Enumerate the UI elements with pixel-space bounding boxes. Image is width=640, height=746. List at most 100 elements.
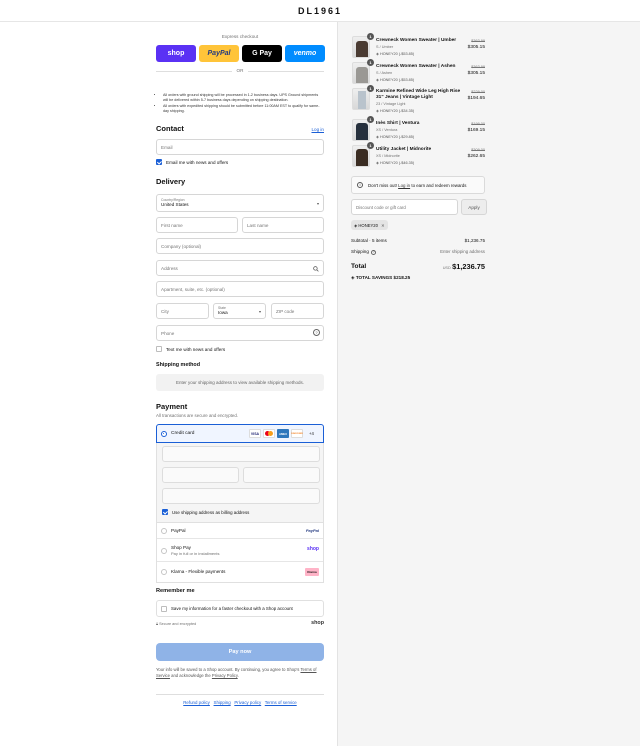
email-news-checkbox[interactable] xyxy=(156,159,162,165)
discount-chip-code: HONEY20 xyxy=(358,222,378,228)
save-info-label: Save my information for a faster checkou… xyxy=(171,606,293,611)
state-select[interactable]: State Iowa ▾ xyxy=(213,303,266,319)
card-form: Use shipping address as billing address xyxy=(156,443,324,523)
credit-card-option[interactable]: Credit card VISA AMEX DISCOVER +4 xyxy=(156,424,324,443)
apartment-field[interactable]: Apartment, suite, etc. (optional) xyxy=(156,281,324,297)
shop-privacy-link[interactable]: Privacy Policy xyxy=(212,673,238,678)
last-name-field[interactable]: Last name xyxy=(242,217,324,233)
city-field[interactable]: City xyxy=(156,303,209,319)
quantity-badge: 1 xyxy=(367,59,374,66)
shop-pay-icon: shop xyxy=(307,546,319,552)
help-icon[interactable]: ? xyxy=(313,329,320,336)
first-name-field[interactable]: First name xyxy=(156,217,238,233)
chevron-down-icon: ▾ xyxy=(258,309,261,314)
security-code-field[interactable] xyxy=(243,467,320,483)
item-discount: ◈ HONEY20 (-$53.85) xyxy=(376,51,414,56)
phone-placeholder: Phone xyxy=(161,331,175,336)
item-discount: ◈ HONEY20 (-$53.85) xyxy=(376,77,414,82)
tag-icon: ◈ xyxy=(376,52,379,56)
info-icon: i xyxy=(357,182,363,188)
shop-pay-option[interactable]: Shop Pay Pay in full or in installments … xyxy=(157,540,323,562)
total-value: $1,236.75 xyxy=(452,262,485,271)
address-placeholder: Address xyxy=(161,266,178,271)
footer-links: Refund policy Shipping Privacy policy Te… xyxy=(156,700,324,705)
country-select[interactable]: Country/Region United States ▾ xyxy=(156,194,324,212)
name-on-card-field[interactable] xyxy=(162,488,320,504)
paypal-label: PayPal xyxy=(171,528,186,533)
terms-line: Your info will be saved to a Shop accoun… xyxy=(156,667,300,672)
brand-logo[interactable]: DL1961 xyxy=(0,6,640,16)
more-cards-count: +4 xyxy=(309,431,314,436)
shop-pay-radio[interactable] xyxy=(161,548,167,554)
refund-policy-link[interactable]: Refund policy xyxy=(183,700,210,705)
venmo-button[interactable]: venmo xyxy=(285,45,325,62)
item-variant: S / Umber xyxy=(376,45,394,49)
item-discount-label: HONEY20 (-$34.35) xyxy=(379,109,415,113)
pay-now-button[interactable]: Pay now xyxy=(156,643,324,661)
rewards-login-link[interactable]: Log in xyxy=(398,183,410,188)
card-number-field[interactable] xyxy=(162,446,320,462)
shipping-method-heading: Shipping method xyxy=(156,362,201,368)
text-news-label: Text me with news and offers xyxy=(166,347,226,352)
rewards-rest: to earn and redeem rewards xyxy=(411,183,467,188)
product-image xyxy=(352,88,370,110)
tag-icon: ◈ xyxy=(354,222,358,228)
paypal-radio[interactable] xyxy=(161,528,167,534)
shop-pay-button[interactable]: shop xyxy=(156,45,196,62)
email-field[interactable]: Email xyxy=(156,139,324,155)
company-field[interactable]: Company (optional) xyxy=(156,238,324,254)
total-label: Total xyxy=(351,263,367,270)
item-original-price: $309.00 xyxy=(471,148,485,152)
privacy-policy-link[interactable]: Privacy policy xyxy=(234,700,261,705)
address-field[interactable]: Address xyxy=(156,260,324,276)
google-pay-button[interactable]: G Pay xyxy=(242,45,282,62)
zip-field[interactable]: ZIP code xyxy=(271,303,324,319)
expiration-field[interactable] xyxy=(162,467,239,483)
tag-icon: ◈ xyxy=(376,161,379,165)
search-icon xyxy=(313,266,319,272)
secure-note: 🔒︎ Secure and encrypted xyxy=(156,622,196,626)
amex-icon: AMEX xyxy=(277,429,289,438)
phone-field[interactable]: Phone ? xyxy=(156,325,324,341)
subtotal-value: $1,236.75 xyxy=(464,238,485,243)
notice-item: All orders with expedited shipping shoul… xyxy=(163,104,320,113)
billing-address-label: Use shipping address as billing address xyxy=(172,510,250,515)
subtotal-label: Subtotal · 5 items xyxy=(351,238,387,243)
login-link[interactable]: Log in xyxy=(300,127,324,132)
klarna-option[interactable]: Klarna - Flexible payments Klarna xyxy=(157,563,323,582)
shipping-value: Enter shipping address xyxy=(440,249,485,254)
mastercard-icon xyxy=(263,429,275,438)
paypal-button[interactable]: PayPal xyxy=(199,45,239,62)
shop-logo: shop xyxy=(311,620,324,626)
payment-subtitle: All transactions are secure and encrypte… xyxy=(156,413,239,418)
save-info-checkbox[interactable] xyxy=(161,606,167,612)
discount-code-field[interactable]: Discount code or gift card xyxy=(351,199,458,215)
item-discount-label: HONEY20 (-$53.85) xyxy=(379,52,415,56)
item-discount-label: HONEY20 (-$53.85) xyxy=(379,78,415,82)
item-variant: 23 / Vintage Light xyxy=(376,102,406,106)
total-savings: ◈ TOTAL SAVINGS $218.25 xyxy=(351,275,410,281)
terms-of-service-link[interactable]: Terms of service xyxy=(265,700,297,705)
remove-icon[interactable]: ✕ xyxy=(381,223,385,228)
paypal-option[interactable]: PayPal PayPal xyxy=(157,523,323,539)
credit-card-radio[interactable] xyxy=(161,431,167,437)
billing-address-checkbox[interactable] xyxy=(162,509,168,515)
klarna-radio[interactable] xyxy=(161,569,167,575)
shipping-link[interactable]: Shipping xyxy=(214,700,231,705)
item-price: $262.65 xyxy=(467,154,485,159)
apply-button[interactable]: Apply xyxy=(461,199,487,215)
text-news-checkbox[interactable] xyxy=(156,346,162,352)
tag-icon: ◈ xyxy=(376,135,379,139)
product-image xyxy=(352,36,370,58)
item-discount-label: HONEY20 (-$29.85) xyxy=(379,135,415,139)
klarna-label: Klarna - Flexible payments xyxy=(171,569,226,574)
item-variant: S / Ashen xyxy=(376,71,393,75)
product-image xyxy=(352,145,370,167)
item-price: $305.15 xyxy=(467,45,485,50)
help-icon[interactable]: ? xyxy=(371,250,377,255)
quantity-badge: 1 xyxy=(367,85,374,92)
credit-card-label: Credit card xyxy=(171,431,195,436)
divider-right xyxy=(248,71,324,72)
payment-heading: Payment xyxy=(156,402,188,411)
delivery-heading: Delivery xyxy=(156,177,186,186)
